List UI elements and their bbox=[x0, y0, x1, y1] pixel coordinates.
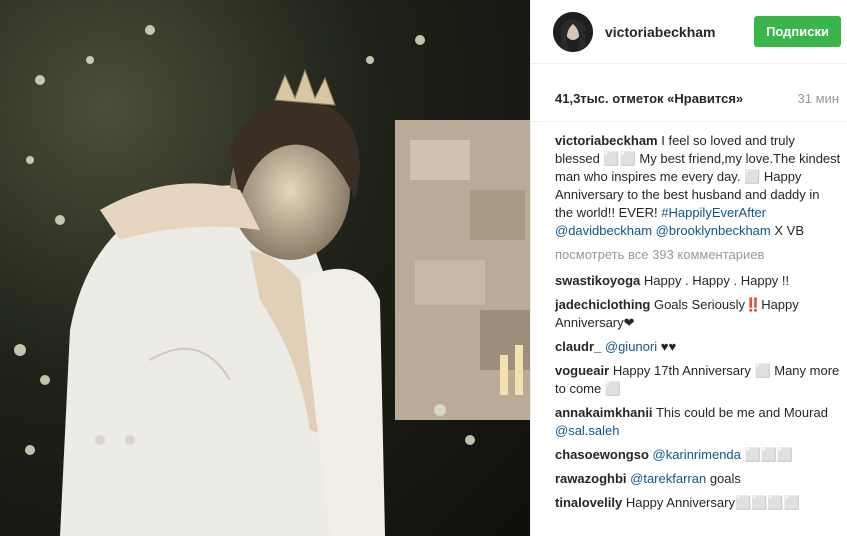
comment-user[interactable]: vogueair bbox=[555, 363, 609, 378]
comment-text: This could be me and Mourad bbox=[655, 405, 828, 420]
comment: tinalovelily Happy Anniversary⬜⬜⬜⬜ bbox=[555, 494, 841, 512]
comment: annakaimkhanii This could be me and Mour… bbox=[555, 404, 841, 440]
comment-user[interactable]: chasoewongso bbox=[555, 447, 649, 462]
comment-user[interactable]: swastikoyoga bbox=[555, 273, 640, 288]
mention-link[interactable]: @tarekfarran bbox=[630, 471, 706, 486]
comment: claudr_ @giunori ♥♥ bbox=[555, 338, 841, 356]
caption-sign: X VB bbox=[774, 223, 804, 238]
comment-text: Happy Anniversary⬜⬜⬜⬜ bbox=[625, 495, 800, 510]
view-all-comments-link[interactable]: посмотреть все 393 комментариев bbox=[555, 246, 841, 264]
comment-user[interactable]: rawazoghbi bbox=[555, 471, 627, 486]
hashtag-link[interactable]: #HappilyEverAfter bbox=[661, 205, 766, 220]
comment-user[interactable]: annakaimkhanii bbox=[555, 405, 653, 420]
mention-link[interactable]: @karinrimenda bbox=[653, 447, 741, 462]
comment-user[interactable]: claudr_ bbox=[555, 339, 601, 354]
follow-button[interactable]: Подписки bbox=[754, 16, 841, 47]
comment: rawazoghbi @tarekfarran goals bbox=[555, 470, 841, 488]
comment-user[interactable]: tinalovelily bbox=[555, 495, 622, 510]
mention-link[interactable]: @sal.saleh bbox=[555, 423, 620, 438]
mention-link[interactable]: @davidbeckham bbox=[555, 223, 652, 238]
comment-user[interactable]: jadechiclothing bbox=[555, 297, 650, 312]
comments-section: victoriabeckham I feel so loved and trul… bbox=[531, 122, 847, 512]
caption: victoriabeckham I feel so loved and trul… bbox=[555, 132, 841, 240]
likes-row: 41,3тыс. отметок «Нравится» 31 мин bbox=[531, 76, 847, 122]
post-details-panel: victoriabeckham Подписки 41,3тыс. отмето… bbox=[530, 0, 847, 536]
wedding-photo-illustration bbox=[14, 25, 530, 536]
comment-text: Happy . Happy . Happy !! bbox=[643, 273, 790, 288]
mention-link[interactable]: @giunori bbox=[605, 339, 657, 354]
comment: vogueair Happy 17th Anniversary ⬜ Many m… bbox=[555, 362, 841, 398]
post-photo[interactable] bbox=[0, 0, 530, 536]
comment-text: ♥♥ bbox=[660, 339, 677, 354]
mention-link[interactable]: @brooklynbeckham bbox=[656, 223, 771, 238]
likes-count[interactable]: 41,3тыс. отметок «Нравится» bbox=[555, 91, 743, 106]
post-header: victoriabeckham Подписки bbox=[531, 0, 847, 64]
post-time[interactable]: 31 мин bbox=[798, 91, 839, 106]
profile-photo-icon bbox=[553, 11, 593, 52]
comment-text: goals bbox=[709, 471, 741, 486]
caption-author[interactable]: victoriabeckham bbox=[555, 133, 658, 148]
avatar[interactable] bbox=[553, 11, 593, 52]
comment: jadechiclothing Goals Seriously‼️Happy A… bbox=[555, 296, 841, 332]
comment-text: ⬜⬜⬜ bbox=[744, 447, 794, 462]
comment: swastikoyoga Happy . Happy . Happy !! bbox=[555, 272, 841, 290]
comment: chasoewongso @karinrimenda ⬜⬜⬜ bbox=[555, 446, 841, 464]
username[interactable]: victoriabeckham bbox=[605, 24, 754, 40]
